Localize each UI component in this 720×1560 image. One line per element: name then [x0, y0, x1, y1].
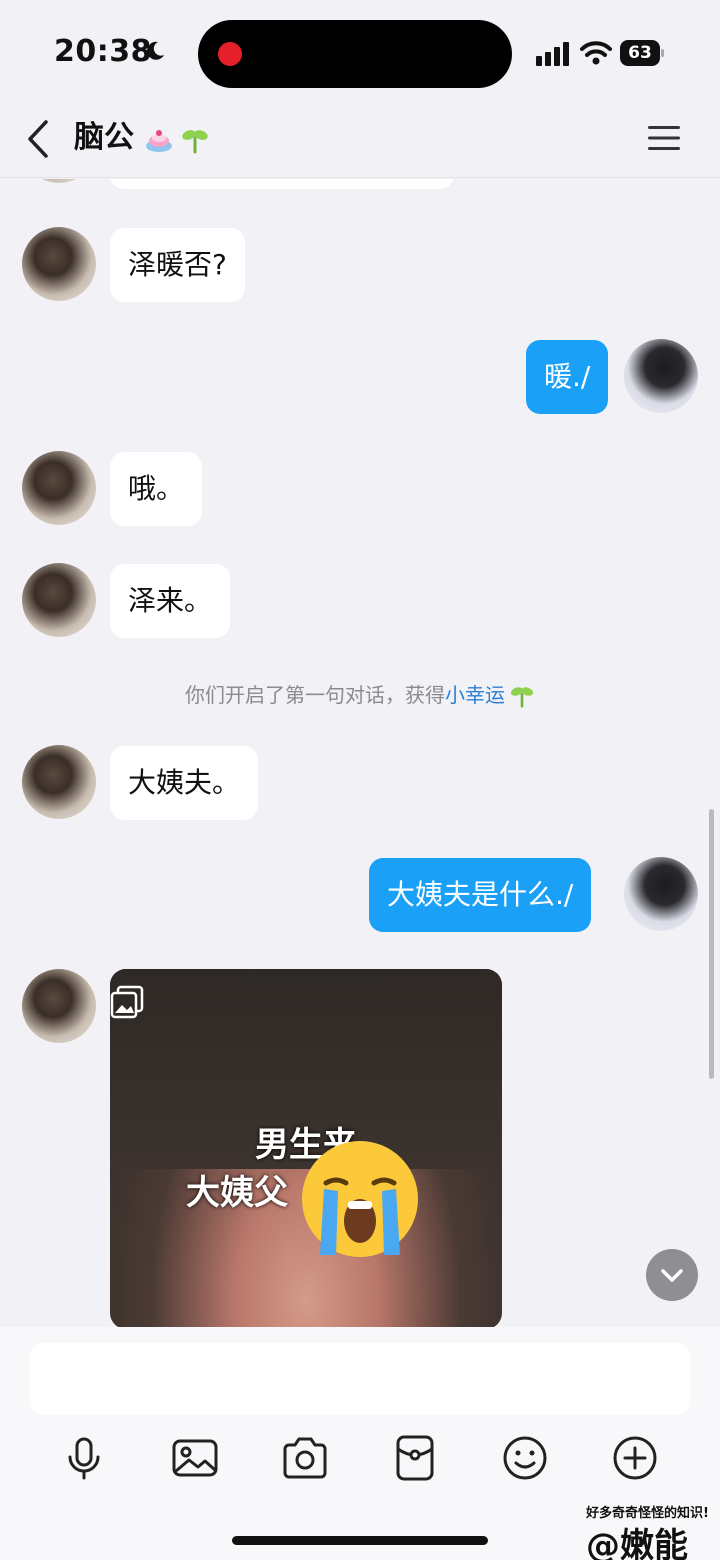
album-icon — [110, 985, 144, 1019]
scrollbar[interactable] — [709, 809, 714, 1079]
contact-name[interactable]: 脑公 — [74, 118, 134, 158]
contact-avatar[interactable] — [22, 227, 96, 301]
system-notice-text: 你们开启了第一句对话，获得 — [185, 683, 445, 707]
hamburger-menu-icon[interactable] — [646, 122, 682, 154]
dynamic-island — [198, 20, 512, 88]
microphone-icon[interactable] — [59, 1433, 109, 1483]
plus-icon[interactable] — [610, 1433, 660, 1483]
wifi-icon — [580, 41, 612, 65]
contact-avatar[interactable] — [22, 451, 96, 525]
image-icon[interactable] — [170, 1433, 220, 1483]
lucky-link[interactable]: 小幸运 — [445, 683, 505, 707]
red-packet-icon[interactable] — [390, 1433, 440, 1483]
camera-icon[interactable] — [280, 1433, 330, 1483]
battery-level: 63 — [620, 40, 660, 66]
contact-avatar[interactable] — [22, 969, 96, 1043]
status-bar: 20:38 63 — [0, 0, 720, 100]
battery-icon: 63 — [620, 40, 664, 66]
home-indicator[interactable] — [232, 1536, 488, 1545]
incoming-message-bubble[interactable]: 哦。 — [110, 452, 203, 526]
outgoing-message-bubble[interactable]: 大姨夫是什么./ — [369, 858, 592, 932]
moon-icon — [147, 41, 164, 60]
loudly-crying-face-icon — [302, 1141, 418, 1257]
scroll-to-bottom-button[interactable] — [646, 1249, 698, 1301]
image-message[interactable]: 男生来 大姨父 — [110, 969, 502, 1327]
chevron-down-icon — [661, 1269, 683, 1282]
incoming-message-bubble[interactable]: 大姨夫。 — [110, 746, 259, 820]
chevron-left-icon[interactable] — [22, 118, 56, 160]
system-notice: 你们开启了第一句对话，获得小幸运 — [0, 679, 720, 711]
incoming-message-bubble[interactable]: 泽来。 — [110, 564, 231, 638]
message-list[interactable]: 泽暖否? 暖./ 哦。 泽来。 你们开启了第一句对话，获得小幸运 大姨夫。 大姨… — [0, 179, 720, 1327]
emoji-icon[interactable] — [500, 1433, 550, 1483]
my-avatar[interactable] — [624, 857, 698, 931]
my-avatar[interactable] — [624, 339, 698, 413]
message-input[interactable] — [30, 1343, 690, 1415]
contact-avatar[interactable] — [22, 563, 96, 637]
status-time: 20:38 — [54, 34, 152, 69]
contact-avatar[interactable] — [22, 745, 96, 819]
sprout-icon — [510, 687, 534, 708]
incoming-message-bubble[interactable]: 泽暖否? — [110, 228, 245, 302]
chat-header: 脑公 — [0, 100, 720, 178]
contact-avatar[interactable] — [22, 179, 96, 183]
outgoing-message-bubble[interactable]: 暖./ — [526, 340, 609, 414]
watermark-handle: @嫩能 — [586, 1526, 688, 1560]
cake-icon — [146, 130, 172, 152]
recording-indicator-icon — [218, 42, 242, 66]
cellular-signal-icon — [536, 42, 569, 66]
image-caption-line2: 大姨父 — [186, 1173, 288, 1213]
sprout-icon — [182, 130, 208, 154]
message-bubble[interactable] — [110, 179, 454, 189]
